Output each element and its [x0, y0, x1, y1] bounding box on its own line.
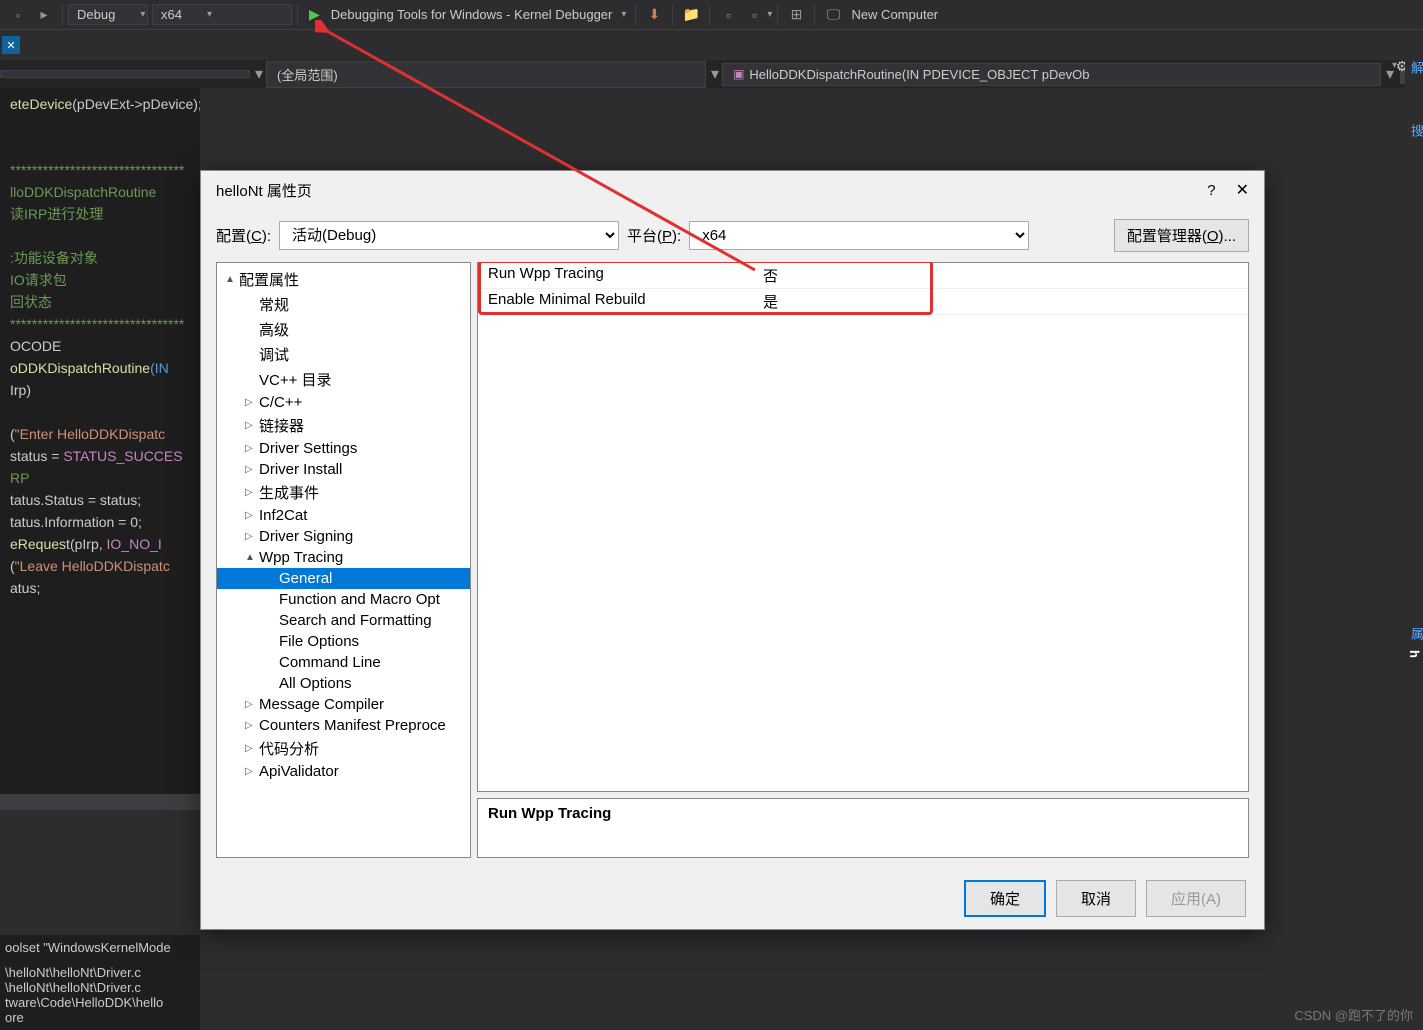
dialog-config-row: 配置(C): 活动(Debug) 平台(P): x64 配置管理器(O)... — [201, 209, 1264, 262]
tree-item[interactable]: Function and Macro Opt — [217, 589, 470, 610]
property-dialog: helloNt 属性页 ? ✕ 配置(C): 活动(Debug) 平台(P): … — [200, 170, 1265, 930]
tree-item[interactable]: General — [217, 568, 470, 589]
icon-1[interactable]: ▫ — [718, 5, 738, 25]
property-description: Run Wpp Tracing — [477, 798, 1249, 858]
tree-item[interactable]: 高级 — [217, 317, 470, 342]
flame-icon[interactable]: ⬇ — [644, 5, 664, 25]
config-select[interactable]: 活动(Debug) — [279, 221, 619, 250]
cancel-button[interactable]: 取消 — [1056, 880, 1136, 917]
annotation-highlight — [478, 262, 933, 315]
tree-item[interactable]: VC++ 目录 — [217, 367, 470, 392]
tree-item[interactable]: ▷Inf2Cat — [217, 505, 470, 526]
icon-2[interactable]: ▫ — [744, 5, 764, 25]
breadcrumb-file[interactable] — [0, 70, 250, 78]
config-manager-button[interactable]: 配置管理器(O)... — [1114, 219, 1249, 252]
tree-item[interactable]: ▲Wpp Tracing — [217, 547, 470, 568]
dialog-titlebar: helloNt 属性页 ? ✕ — [201, 171, 1264, 209]
right-tab-2[interactable]: 搜 — [1405, 119, 1423, 142]
platform-dropdown[interactable]: x64 — [152, 4, 292, 25]
tab-close-button[interactable]: ✕ — [2, 36, 20, 54]
nav-back-icon[interactable]: ◦ — [8, 5, 28, 25]
breadcrumb-function[interactable]: ▣HelloDDKDispatchRoutine(IN PDEVICE_OBJE… — [722, 63, 1381, 86]
breadcrumb-scope[interactable]: (全局范围) — [266, 61, 706, 88]
help-button[interactable]: ? — [1207, 182, 1215, 199]
tree-item[interactable]: ▷生成事件 — [217, 480, 470, 505]
tree-item[interactable]: ▷ApiValidator — [217, 761, 470, 782]
tree-panel[interactable]: ▲配置属性常规高级调试VC++ 目录▷C/C++▷链接器▷Driver Sett… — [216, 262, 471, 858]
tree-item[interactable]: 常规 — [217, 292, 470, 317]
right-tab-1[interactable]: 解 — [1405, 56, 1423, 79]
right-tab-4[interactable]: h — [1405, 645, 1423, 663]
tree-item[interactable]: ▷Driver Signing — [217, 526, 470, 547]
tree-item[interactable]: All Options — [217, 673, 470, 694]
monitor-icon[interactable]: 🖵 — [823, 5, 843, 25]
tree-item[interactable]: Command Line — [217, 652, 470, 673]
right-tab-3[interactable]: 属 — [1405, 622, 1423, 645]
nav-fwd-icon[interactable]: ▸ — [34, 5, 54, 25]
cube-icon: ▣ — [733, 67, 744, 81]
breadcrumb-row: ▾ (全局范围) ▾ ▣HelloDDKDispatchRoutine(IN P… — [0, 60, 1423, 88]
debug-target[interactable]: Debugging Tools for Windows - Kernel Deb… — [326, 7, 618, 22]
platform-select[interactable]: x64 — [689, 221, 1029, 250]
config-label: 配置(C): — [216, 225, 271, 246]
dialog-title: helloNt 属性页 — [216, 180, 1207, 201]
folder-icon[interactable]: 📁 — [681, 5, 701, 25]
apply-button[interactable]: 应用(A) — [1146, 880, 1246, 917]
tree-item[interactable]: ▷Counters Manifest Preproce — [217, 715, 470, 736]
tree-item[interactable]: 调试 — [217, 342, 470, 367]
tree-item[interactable]: ▲配置属性 — [217, 267, 470, 292]
output-panel: oolset "WindowsKernelMode \helloNt\hello… — [0, 935, 200, 1030]
computer-name: New Computer — [846, 7, 943, 22]
tree-item[interactable]: ▷Driver Settings — [217, 438, 470, 459]
tree-item[interactable]: ▷Message Compiler — [217, 694, 470, 715]
top-toolbar: ◦ ▸ Debug x64 ▶ Debugging Tools for Wind… — [0, 0, 1423, 30]
tree-item[interactable]: ▷代码分析 — [217, 736, 470, 761]
horizontal-scrollbar[interactable] — [0, 794, 200, 810]
tree-item[interactable]: ▷链接器 — [217, 413, 470, 438]
watermark: CSDN @跑不了的你 — [1294, 1005, 1413, 1024]
right-panel: 解 搜 属 h — [1405, 56, 1423, 856]
tree-item[interactable]: Search and Formatting — [217, 610, 470, 631]
tree-item[interactable]: ▷C/C++ — [217, 392, 470, 413]
config-dropdown[interactable]: Debug — [68, 4, 148, 25]
code-editor[interactable]: eteDevice(pDevExt->pDevice); ***********… — [0, 88, 200, 808]
platform-label: 平台(P): — [627, 225, 681, 246]
property-grid[interactable]: Run Wpp Tracing 否 Enable Minimal Rebuild… — [477, 262, 1249, 792]
icon-3[interactable]: ⊞ — [786, 5, 806, 25]
dialog-footer: 确定 取消 应用(A) — [201, 868, 1264, 929]
play-icon[interactable]: ▶ — [309, 6, 320, 23]
close-button[interactable]: ✕ — [1236, 180, 1249, 200]
tree-item[interactable]: ▷Driver Install — [217, 459, 470, 480]
tree-item[interactable]: File Options — [217, 631, 470, 652]
secondary-bar: ✕ ⚙ ▾ — [0, 30, 1423, 60]
ok-button[interactable]: 确定 — [964, 880, 1046, 917]
